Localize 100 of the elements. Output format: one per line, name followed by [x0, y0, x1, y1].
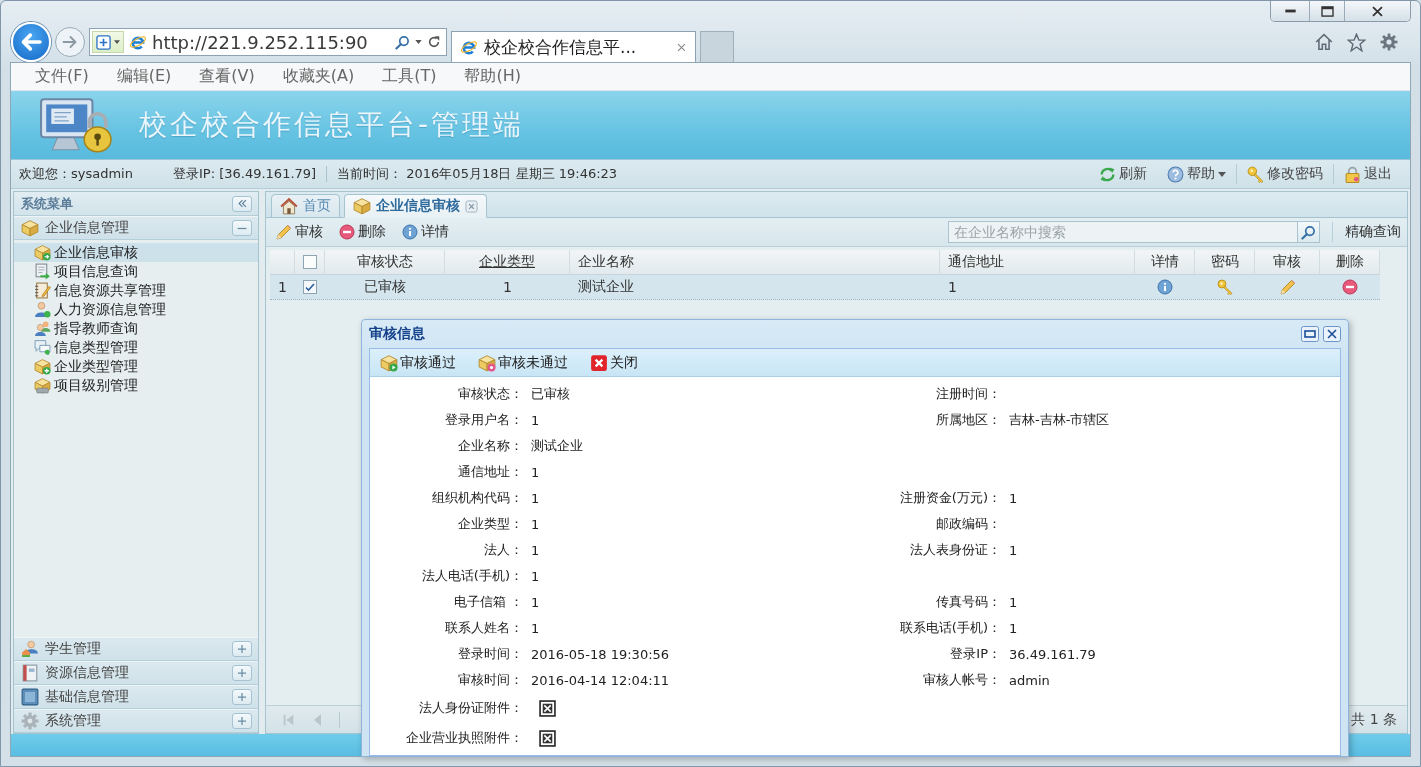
star-icon[interactable] [1347, 32, 1366, 52]
field-label: 企业营业执照附件： [406, 729, 523, 747]
reject-button[interactable]: 审核未通过 [478, 353, 568, 372]
field-value: 1 [1009, 490, 1018, 506]
close-icon[interactable] [1323, 326, 1341, 342]
column-header[interactable]: 通信地址 [940, 250, 1135, 274]
expand-toggle[interactable] [232, 713, 252, 729]
pencil-icon[interactable] [1279, 279, 1296, 295]
menu-item[interactable]: 信息资源共享管理 [14, 281, 258, 300]
maximize-button[interactable] [1309, 1, 1344, 21]
url-text[interactable]: http://221.9.252.115:90 [152, 31, 390, 53]
accordion-header[interactable]: 基础信息管理 [14, 685, 258, 709]
expand-toggle[interactable] [232, 665, 252, 681]
select-all-checkbox[interactable] [302, 255, 317, 269]
column-header[interactable]: 企业名称 [570, 250, 940, 274]
review-button[interactable]: 审核 [276, 223, 323, 241]
field-label: 所属地区： [936, 411, 1001, 429]
browser-tab[interactable]: 校企校合作信息平... [451, 31, 696, 62]
close-icon[interactable] [676, 41, 687, 53]
close-button[interactable]: 关闭 [590, 353, 638, 372]
maximize-icon[interactable] [1301, 326, 1319, 342]
home-icon[interactable] [1315, 33, 1333, 51]
minus-circle-icon[interactable] [1342, 279, 1358, 295]
menu-item[interactable]: 人力资源信息管理 [14, 300, 258, 319]
square-tile-icon [21, 688, 39, 706]
broken-image-icon[interactable] [539, 729, 556, 747]
minimize-button[interactable] [1271, 1, 1309, 21]
package-tray-icon [34, 377, 51, 394]
forward-button[interactable] [55, 27, 85, 57]
people-icon [34, 320, 51, 337]
column-header[interactable]: 审核状态 [325, 250, 445, 274]
expand-toggle[interactable] [232, 689, 252, 705]
menu-bar-item[interactable]: 帮助(H) [450, 63, 535, 90]
menu-item[interactable]: 企业类型管理 [14, 357, 258, 376]
accordion-header[interactable]: 系统管理 [14, 709, 258, 733]
expand-toggle[interactable] [232, 220, 252, 236]
refresh-button[interactable]: 刷新 [1089, 164, 1157, 184]
exact-search-button[interactable]: 精确查询 [1332, 222, 1401, 242]
field-label: 法人电话(手机)： [421, 567, 523, 585]
field-label: 邮政编码： [936, 515, 1001, 533]
column-header[interactable]: 详情 [1135, 250, 1195, 274]
info-icon[interactable] [1157, 279, 1173, 295]
accordion-header[interactable]: 企业信息管理 [14, 216, 258, 240]
column-header[interactable]: 企业类型 [445, 250, 570, 274]
menu-item[interactable]: 信息类型管理 [14, 338, 258, 357]
maximize-icon [1320, 5, 1334, 17]
field-label: 组织机构代码： [432, 489, 523, 507]
field-value: 1 [531, 516, 540, 532]
speech-bubbles-icon [34, 339, 51, 356]
back-button[interactable] [11, 22, 51, 62]
approve-button[interactable]: 审核通过 [380, 353, 456, 372]
search-icon[interactable] [395, 34, 410, 50]
field-value: 1 [1009, 542, 1018, 558]
menu-item[interactable]: 指导教师查询 [14, 319, 258, 338]
current-time-text: 当前时间： 2016年05月18日 星期三 19:46:23 [337, 165, 618, 183]
collapse-button[interactable] [232, 195, 252, 212]
menu-bar-item[interactable]: 收藏夹(A) [268, 63, 369, 90]
table-cell-text: 测试企业 [577, 277, 635, 296]
help-button[interactable]: 帮助 [1157, 164, 1236, 184]
compatibility-button[interactable] [92, 31, 124, 53]
field-value: admin [1009, 672, 1050, 688]
field-label: 法人： [484, 541, 523, 559]
refresh-icon[interactable] [427, 35, 441, 49]
address-bar[interactable]: http://221.9.252.115:90 [89, 28, 447, 56]
field-value: 1 [531, 568, 540, 584]
delete-button[interactable]: 删除 [339, 223, 386, 241]
menu-bar-item[interactable]: 文件(F) [21, 63, 103, 90]
logout-button[interactable]: 退出 [1333, 164, 1402, 184]
search-field[interactable]: 在企业名称中搜索 [948, 221, 1298, 243]
record-count: 共 1 条 [1351, 710, 1397, 729]
search-button[interactable] [1298, 221, 1320, 243]
table-row[interactable]: 1 已审核 1 测试企业 1 [270, 275, 1380, 300]
accordion-header[interactable]: 学生管理 [14, 637, 258, 661]
menu-item[interactable]: 企业信息审核 [14, 243, 258, 262]
settings-icon[interactable] [1380, 33, 1398, 51]
package-play-icon [380, 353, 398, 372]
accordion-header[interactable]: 资源信息管理 [14, 661, 258, 685]
menu-bar-item[interactable]: 编辑(E) [102, 63, 186, 90]
column-header[interactable]: 密码 [1195, 250, 1255, 274]
menu-bar-item[interactable]: 工具(T) [368, 63, 451, 90]
double-chevron-left-icon [236, 198, 248, 209]
close-button[interactable] [1344, 1, 1410, 21]
details-button[interactable]: 详情 [402, 223, 449, 241]
menu-item[interactable]: 项目信息查询 [14, 262, 258, 281]
menu-bar-item[interactable]: 查看(V) [185, 63, 269, 90]
caret-icon[interactable] [415, 40, 422, 44]
menu-item[interactable]: 项目级别管理 [14, 376, 258, 395]
broken-image-icon[interactable] [539, 699, 556, 717]
field-value: 2016-05-18 19:30:56 [531, 646, 670, 662]
row-checkbox[interactable] [303, 280, 317, 294]
sidebar-title: 系统菜单 [21, 194, 73, 213]
person-house-icon [21, 640, 39, 658]
panel-title: 系统管理 [45, 712, 102, 730]
key-icon [1247, 165, 1264, 183]
change-password-button[interactable]: 修改密码 [1236, 164, 1333, 184]
column-header[interactable]: 审核 [1255, 250, 1320, 274]
field-value: 36.49.161.79 [1009, 646, 1096, 662]
column-header[interactable]: 删除 [1320, 250, 1380, 274]
tab[interactable]: 企业信息审核 [344, 194, 487, 218]
expand-toggle[interactable] [232, 641, 252, 657]
